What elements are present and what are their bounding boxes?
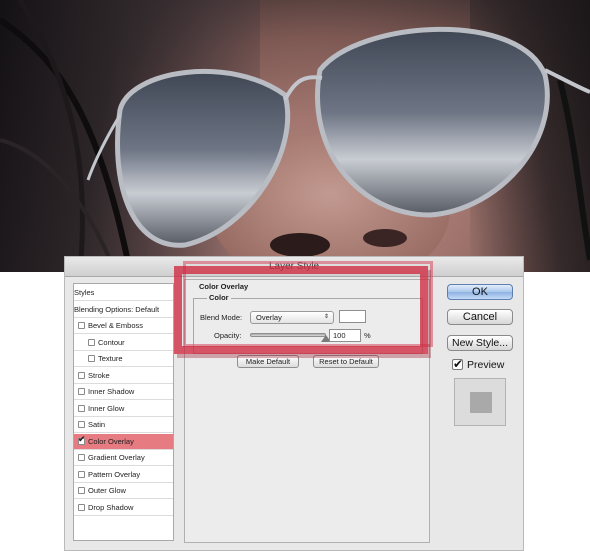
style-item-pattern-overlay[interactable]: Pattern Overlay <box>74 467 173 483</box>
sunglasses-illustration <box>0 0 590 272</box>
checkmark-icon: ✔ <box>78 433 86 444</box>
new-style-button[interactable]: New Style... <box>447 335 513 351</box>
style-checkbox[interactable] <box>78 322 85 329</box>
styles-list-panel: Styles Blending Options: Default Bevel & E… <box>73 283 174 541</box>
style-item-label: Inner Shadow <box>88 387 135 396</box>
style-item-label: Bevel & Emboss <box>88 321 144 330</box>
style-item-texture[interactable]: Texture <box>74 351 173 367</box>
style-item-color-overlay[interactable]: ✔ Color Overlay <box>74 433 173 450</box>
style-item-contour[interactable]: Contour <box>74 335 173 351</box>
section-title: Color Overlay <box>199 282 249 291</box>
style-item-label: Pattern Overlay <box>88 469 141 479</box>
style-item-outer-glow[interactable]: Outer Glow <box>74 483 173 499</box>
style-checkbox[interactable] <box>78 421 85 428</box>
style-item-label: Color Overlay <box>88 436 134 446</box>
style-item-inner-glow[interactable]: Inner Glow <box>74 401 173 417</box>
style-item-satin[interactable]: Satin <box>74 417 173 433</box>
style-item-label: Gradient Overlay <box>88 453 145 462</box>
style-item-gradient-overlay[interactable]: Gradient Overlay <box>74 450 173 466</box>
style-checkbox[interactable] <box>78 503 85 511</box>
style-item-blending-options-default[interactable]: Blending Options: Default <box>74 302 173 318</box>
overlay-color-swatch[interactable] <box>339 310 366 323</box>
opacity-input[interactable]: 100 <box>329 329 361 342</box>
blend-mode-value: Overlay <box>256 313 282 322</box>
make-default-button[interactable]: Make Default <box>237 355 299 368</box>
style-item-label: Contour <box>98 337 125 347</box>
updown-arrows-icon: ⇕ <box>323 314 329 320</box>
background-photo <box>0 0 590 272</box>
checkmark-icon: ✔ <box>453 357 464 371</box>
opacity-label: Opacity: <box>214 331 242 340</box>
style-item-label: Styles <box>74 288 95 297</box>
preview-checkbox[interactable]: ✔ <box>452 357 464 371</box>
style-item-bevel-emboss[interactable]: Bevel & Emboss <box>74 318 173 334</box>
style-item-label: Drop Shadow <box>88 502 134 512</box>
style-item-label: Satin <box>88 420 106 429</box>
style-item-label: Stroke <box>88 370 110 380</box>
style-checkbox[interactable] <box>78 487 85 494</box>
style-checkbox[interactable] <box>88 338 95 346</box>
blend-mode-label: Blend Mode: <box>200 313 243 322</box>
color-overlay-panel: Color Overlay Color Blend Mode: Overlay … <box>184 279 430 543</box>
style-checkbox[interactable] <box>78 388 85 395</box>
style-item-drop-shadow[interactable]: Drop Shadow <box>74 500 173 516</box>
opacity-unit: % <box>364 331 371 340</box>
style-checkbox[interactable] <box>78 371 85 379</box>
reset-to-default-button[interactable]: Reset to Default <box>313 355 379 368</box>
style-item-label: Inner Glow <box>88 403 125 413</box>
style-checkbox[interactable]: ✔ <box>78 433 86 445</box>
style-checkbox[interactable] <box>78 454 85 461</box>
style-checkbox[interactable] <box>88 355 95 362</box>
dialog-title: Layer Style <box>65 257 523 277</box>
style-checkbox[interactable] <box>78 470 85 478</box>
style-item-label: Outer Glow <box>88 486 126 495</box>
style-item-inner-shadow[interactable]: Inner Shadow <box>74 384 173 400</box>
style-item-stroke[interactable]: Stroke <box>74 368 173 384</box>
style-item-label: Texture <box>98 354 123 363</box>
color-group-box <box>193 298 423 354</box>
opacity-slider-track[interactable] <box>250 333 326 337</box>
cancel-button[interactable]: Cancel <box>447 309 513 325</box>
layer-style-dialog: Layer Style Styles Blending Options: Defa… <box>64 256 524 551</box>
group-title: Color <box>207 293 231 303</box>
blend-mode-select[interactable]: Overlay ⇕ <box>250 311 334 324</box>
ok-button[interactable]: OK <box>447 284 513 300</box>
style-item-styles[interactable]: Styles <box>74 285 173 301</box>
style-checkbox[interactable] <box>78 404 85 412</box>
preview-swatch <box>470 392 492 413</box>
style-item-label: Blending Options: Default <box>74 304 160 314</box>
preview-label: Preview <box>467 359 505 371</box>
preview-thumbnail <box>454 378 506 426</box>
